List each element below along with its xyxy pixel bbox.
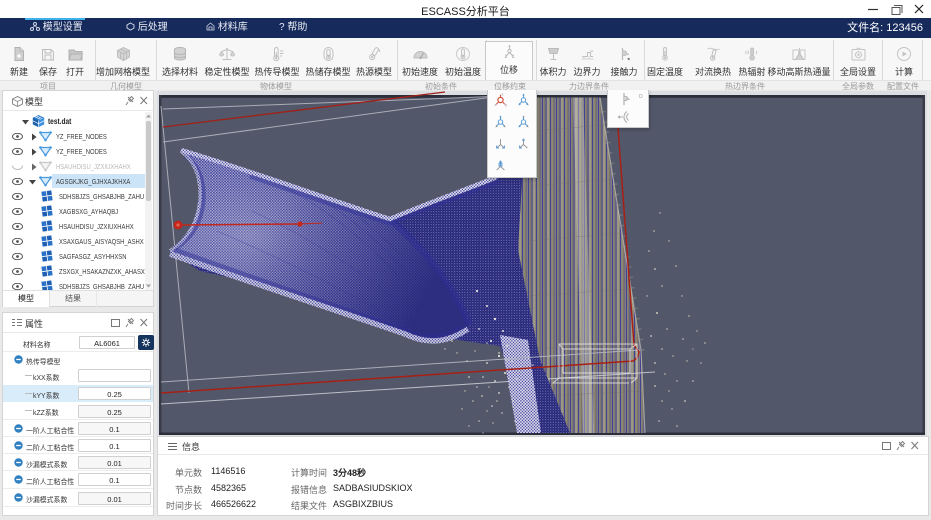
svg-text:z: z [502, 92, 504, 97]
svg-text:x: x [495, 102, 497, 107]
svg-text:y: y [505, 102, 507, 107]
